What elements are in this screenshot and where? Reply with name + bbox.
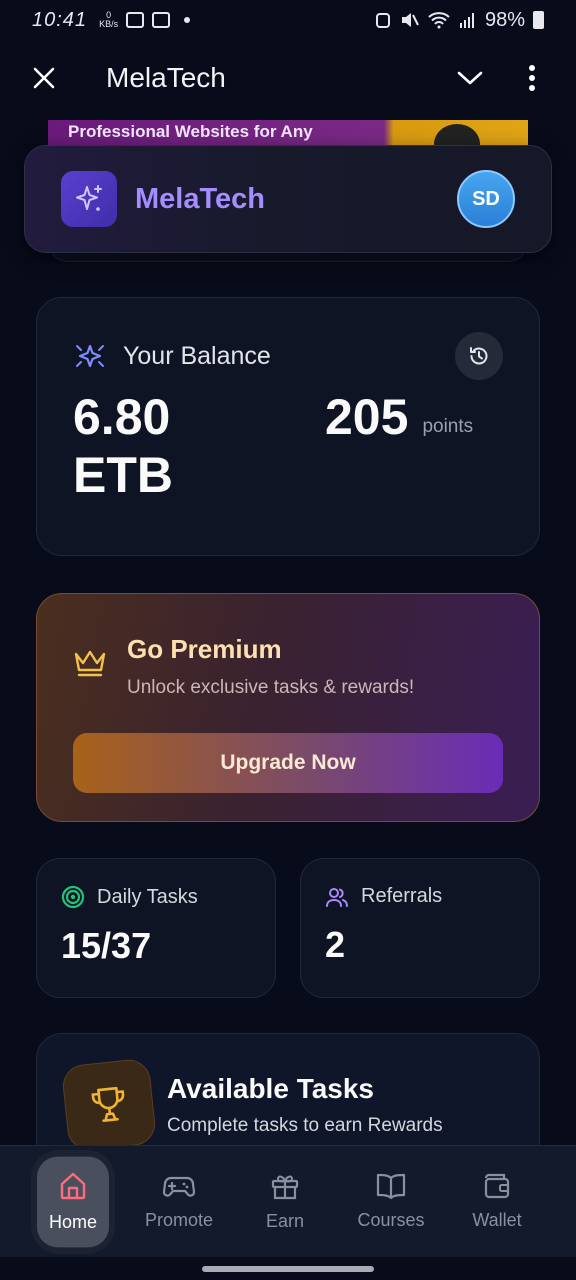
- close-icon: [33, 67, 55, 89]
- daily-tasks-label: Daily Tasks: [97, 885, 198, 908]
- more-vertical-icon: [529, 65, 535, 91]
- available-tasks-text: Available Tasks Complete tasks to earn R…: [167, 1073, 443, 1137]
- daily-tasks-card[interactable]: Daily Tasks 15/37: [36, 858, 276, 998]
- nav-wallet-label: Wallet: [472, 1210, 522, 1230]
- points-unit: points: [422, 416, 474, 437]
- status-bar: 10:41 0 KB/s 98%: [0, 0, 576, 40]
- balance-header: Your Balance: [73, 332, 503, 380]
- premium-header: Go Premium Unlock exclusive tasks & rewa…: [73, 634, 503, 699]
- nav-courses[interactable]: Courses: [338, 1156, 444, 1248]
- chevron-down-icon: [457, 71, 483, 85]
- points-balance: 205 points: [325, 388, 473, 504]
- nav-home[interactable]: Home: [37, 1155, 109, 1248]
- status-right: 98%: [375, 9, 544, 32]
- nav-earn-label: Earn: [265, 1211, 305, 1231]
- target-icon: [61, 885, 85, 909]
- nav-home-highlight: Home: [37, 1156, 109, 1247]
- nav-promote-label: Promote: [144, 1210, 214, 1230]
- nav-home-label: Home: [48, 1212, 97, 1232]
- mute-icon: [401, 13, 419, 27]
- banner-text: Professional Websites for Any: [68, 122, 313, 141]
- alarm-icon: [375, 13, 390, 28]
- referrals-value: 2: [325, 924, 346, 965]
- nav-wallet[interactable]: Wallet: [444, 1156, 550, 1248]
- referrals-header: Referrals: [325, 885, 515, 908]
- money-amount: 6.80: [73, 389, 171, 445]
- referrals-card[interactable]: Referrals 2: [300, 858, 540, 998]
- gamepad-icon: [163, 1176, 195, 1197]
- daily-tasks-header: Daily Tasks: [61, 885, 251, 909]
- collapse-button[interactable]: [450, 58, 490, 98]
- available-tasks-header: Available Tasks Complete tasks to earn R…: [60, 1057, 511, 1153]
- wallet-icon: [484, 1173, 510, 1199]
- more-notifications-icon: [184, 17, 191, 23]
- sparkles-icon: [76, 185, 102, 211]
- network-speed-unit: KB/s: [99, 19, 119, 29]
- crown-icon: [74, 650, 106, 677]
- upgrade-now-button[interactable]: Upgrade Now: [73, 733, 503, 793]
- history-icon: [470, 347, 488, 365]
- sparkle-star-icon: [76, 344, 104, 368]
- book-icon: [376, 1173, 406, 1200]
- home-icon: [60, 1172, 86, 1200]
- signal-icon: [459, 13, 474, 28]
- battery-icon: [533, 11, 544, 29]
- avatar-initials: SD: [472, 187, 500, 210]
- users-icon: [326, 887, 348, 907]
- history-button[interactable]: [455, 332, 503, 380]
- gallery-notification-icon: [126, 12, 145, 28]
- nav-promote[interactable]: Promote: [126, 1156, 232, 1248]
- money-currency: ETB: [73, 447, 173, 503]
- app-screen: 10:41 0 KB/s 98% MelaTech Professional W…: [0, 0, 576, 1280]
- close-button[interactable]: [24, 58, 64, 98]
- money-balance: 6.80 ETB: [73, 388, 325, 504]
- available-tasks-subtitle: Complete tasks to earn Rewards: [167, 1115, 443, 1136]
- available-tasks-title: Available Tasks: [167, 1073, 375, 1104]
- network-speed: 0 KB/s: [99, 11, 118, 29]
- premium-text: Go Premium Unlock exclusive tasks & rewa…: [127, 634, 414, 699]
- brand-header-card: MelaTech SD: [24, 145, 552, 253]
- app-bar: MelaTech: [0, 44, 576, 112]
- gift-icon: [271, 1175, 299, 1200]
- brand-logo: [61, 171, 117, 227]
- status-time: 10:41: [32, 8, 88, 31]
- daily-tasks-value: 15/37: [61, 925, 152, 966]
- balance-values: 6.80 ETB 205 points: [73, 388, 503, 504]
- status-left: 10:41 0 KB/s: [32, 8, 191, 32]
- points-value: 205: [325, 389, 409, 445]
- premium-title: Go Premium: [127, 634, 282, 664]
- bottom-nav: Home Promote Earn Courses Wallet: [0, 1145, 576, 1257]
- app-notification-icon: [152, 12, 171, 28]
- nav-earn[interactable]: Earn: [232, 1156, 338, 1248]
- battery-percent: 98%: [484, 8, 525, 31]
- more-options-button[interactable]: [512, 58, 552, 98]
- trophy-badge: [60, 1057, 158, 1153]
- premium-card: Go Premium Unlock exclusive tasks & rewa…: [36, 593, 540, 822]
- gesture-home-indicator[interactable]: [202, 1266, 374, 1272]
- trophy-icon: [91, 1086, 125, 1122]
- balance-card: Your Balance 6.80 ETB 205 points: [36, 297, 540, 556]
- balance-label: Your Balance: [123, 341, 271, 370]
- nav-courses-label: Courses: [357, 1210, 425, 1230]
- brand-name: MelaTech: [135, 182, 266, 215]
- premium-subtitle: Unlock exclusive tasks & rewards!: [127, 677, 415, 698]
- referrals-label: Referrals: [361, 885, 443, 907]
- user-avatar[interactable]: SD: [457, 170, 515, 228]
- app-title: MelaTech: [106, 62, 226, 93]
- wifi-icon: [428, 12, 450, 29]
